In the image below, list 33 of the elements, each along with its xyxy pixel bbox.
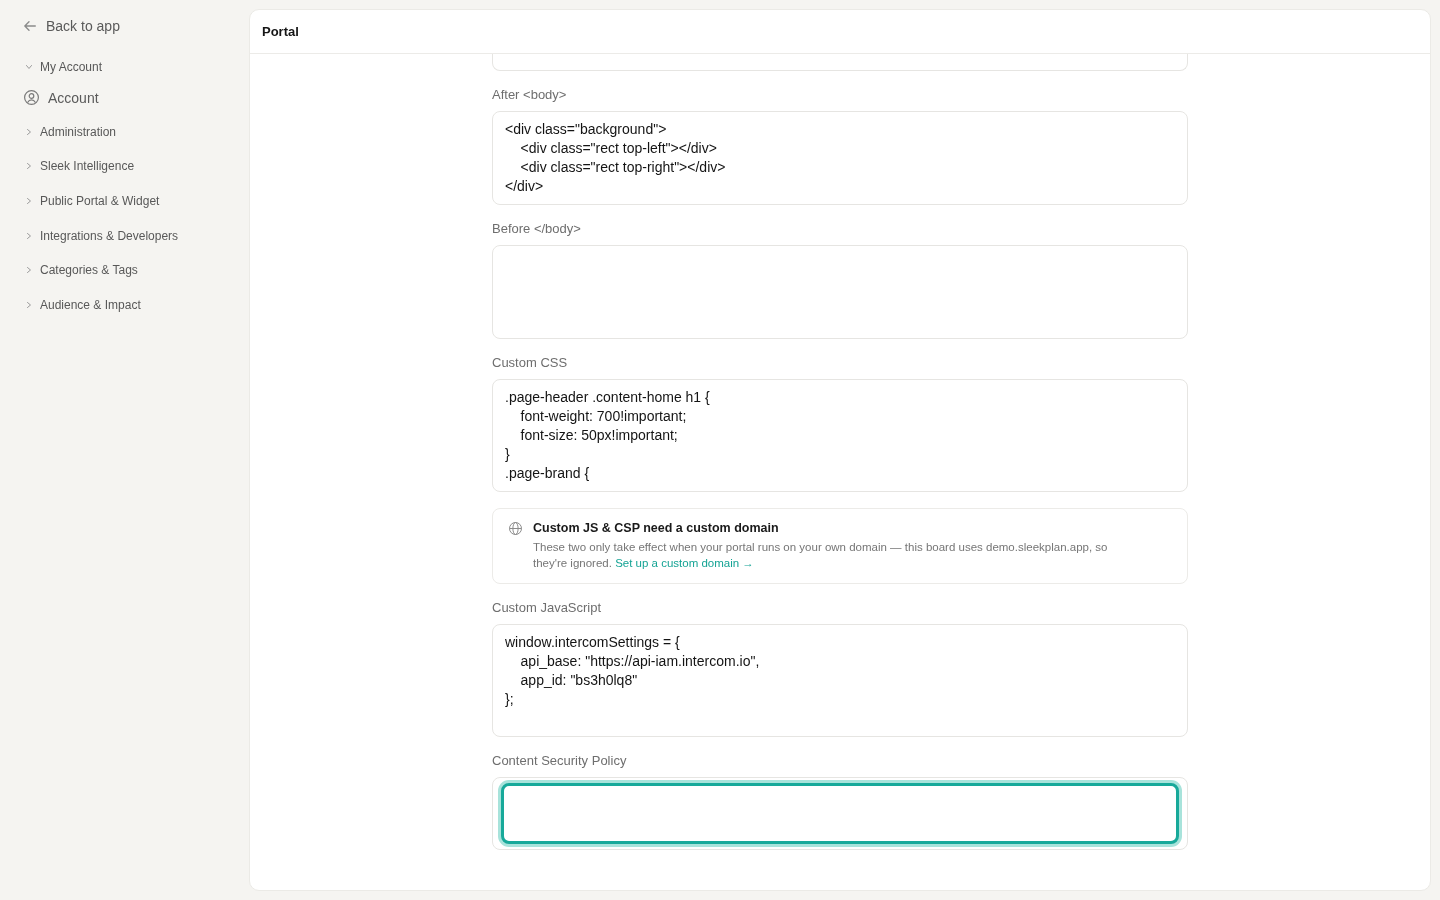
code-field[interactable]: .page-header .content-home h1 { font-weight: 700!important; font-size: 50px!important; } .page-brand {	[492, 379, 1188, 492]
code-field[interactable]	[492, 245, 1188, 339]
chevron-down-icon	[26, 65, 32, 70]
sidebar-group[interactable]: Public Portal & Widget	[24, 183, 160, 219]
chevron-right-icon	[27, 163, 31, 170]
notice-title: Custom JS & CSP need a custom domain	[533, 520, 779, 537]
notice-text: These two only take effect when your portal runs on your own domain — this board uses demo.sleekplan.app, so they're ignored. Set up a custom domain →	[533, 540, 1109, 571]
field-label: Custom CSS	[492, 355, 568, 371]
sidebar-group[interactable]: Audience & Impact	[24, 287, 141, 323]
chevron-right-icon	[27, 301, 31, 308]
sidebar-group[interactable]: Categories & Tags	[24, 252, 138, 288]
sidebar-group[interactable]: Integrations & Developers	[24, 218, 179, 253]
field-label: After <body>	[492, 87, 567, 103]
arrow-left-icon	[24, 21, 36, 31]
chevron-right-icon	[27, 128, 31, 135]
field-label: Content Security Policy	[492, 753, 627, 769]
code-field[interactable]: <div class="background"> <div class="rect top-left"></div> <div class="rect top-right"></div> </div>	[492, 111, 1188, 205]
sidebar-group[interactable]: Administration	[24, 114, 117, 150]
chevron-right-icon	[27, 232, 31, 239]
chevron-right-icon	[27, 198, 31, 205]
code-field[interactable]	[492, 54, 1188, 71]
back-link[interactable]: Back to app	[24, 16, 120, 36]
code-field[interactable]: window.intercomSettings = { api_base: "https://api-iam.intercom.io", app_id: "bs3h0lq8" };	[492, 624, 1188, 737]
chevron-right-icon	[27, 267, 31, 274]
field-label: Before </body>	[492, 221, 581, 237]
user-circle-icon	[24, 90, 39, 106]
sidebar-group[interactable]: Sleek Intelligence	[24, 149, 135, 184]
code-field[interactable]	[492, 777, 1188, 850]
globe-icon	[509, 522, 522, 535]
page-title: Portal	[262, 24, 299, 39]
sidebar-group[interactable]: My Account	[24, 50, 103, 85]
sidebar-item[interactable]: Account	[24, 84, 107, 111]
field-label: Custom JavaScript	[492, 600, 602, 616]
